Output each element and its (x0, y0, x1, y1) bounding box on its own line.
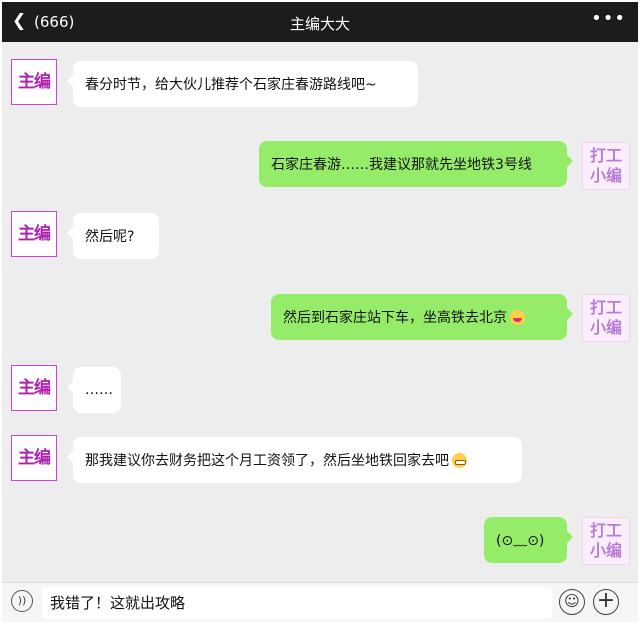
message-bubble-incoming[interactable]: …… (67, 367, 121, 413)
message-text: 春分时节，给大伙儿推荐个石家庄春游路线吧~ (85, 77, 377, 93)
avatar-editor[interactable]: 主编 (11, 59, 57, 105)
message-text: …… (85, 382, 113, 398)
message-bubble-outgoing[interactable]: 然后到石家庄站下车，坐高铁去北京 (271, 294, 573, 340)
avatar-self-line1: 打工 (589, 521, 622, 540)
input-bar: )) 我错了！这就出攻略 ☺ + (2, 582, 638, 622)
message-bubble-outgoing[interactable]: 石家庄春游……我建议那就先坐地铁3号线 (259, 141, 573, 187)
voice-icon[interactable]: )) (11, 590, 33, 612)
avatar-self-line1: 打工 (589, 146, 622, 165)
message-bubble-incoming[interactable]: 然后呢? (67, 213, 159, 259)
message-text: 然后到石家庄站下车，坐高铁去北京 (283, 310, 507, 326)
avatar-editor[interactable]: 主编 (11, 211, 57, 257)
grimacing-face-emoji (452, 452, 467, 468)
message-text: 那我建议你去财务把这个月工资领了，然后坐地铁回家去吧 (85, 453, 449, 469)
avatar-editor[interactable]: 主编 (11, 365, 57, 411)
message-text: 然后呢? (85, 229, 135, 245)
message-bubble-incoming[interactable]: 春分时节，给大伙儿推荐个石家庄春游路线吧~ (67, 61, 418, 107)
plus-icon[interactable]: + (593, 589, 619, 615)
avatar-self-line2: 小编 (589, 166, 622, 185)
avatar-self-line1: 打工 (589, 298, 622, 317)
avatar-self[interactable]: 打工 小编 (582, 142, 630, 190)
avatar-self-line2: 小编 (589, 541, 622, 560)
message-text: (⊙﹏⊙) (496, 533, 545, 549)
emoji-icon[interactable]: ☺ (559, 589, 585, 615)
avatar-self[interactable]: 打工 小编 (582, 517, 630, 565)
chat-window: ❮ (666) 主编大大 ••• 主编 春分时节，给大伙儿推荐个石家庄春游路线吧… (2, 2, 638, 622)
avatar-editor[interactable]: 主编 (11, 435, 57, 481)
avatar-self[interactable]: 打工 小编 (582, 294, 630, 342)
message-input[interactable]: 我错了！这就出攻略 (42, 587, 552, 619)
message-bubble-incoming[interactable]: 那我建议你去财务把这个月工资领了，然后坐地铁回家去吧 (67, 437, 522, 483)
message-text: 石家庄春游……我建议那就先坐地铁3号线 (271, 157, 532, 173)
avatar-self-line2: 小编 (589, 318, 622, 337)
top-bar: ❮ (666) 主编大大 ••• (2, 2, 638, 42)
chat-title: 主编大大 (289, 15, 350, 33)
kissing-face-emoji (510, 309, 525, 325)
more-dots-icon[interactable]: ••• (591, 8, 626, 29)
message-bubble-outgoing[interactable]: (⊙﹏⊙) (484, 517, 573, 563)
